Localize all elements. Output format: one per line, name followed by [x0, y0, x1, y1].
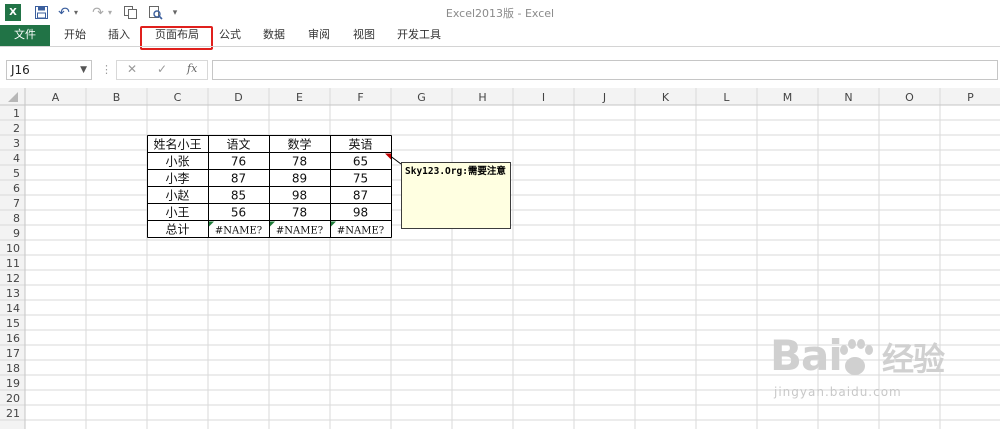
row-header[interactable]: 17 [6, 347, 20, 360]
formula-buttons: ✕ ✓ fx [116, 60, 208, 80]
column-header[interactable]: J [602, 91, 606, 104]
row-header[interactable]: 8 [13, 212, 20, 225]
row-header[interactable]: 6 [13, 182, 20, 195]
table-cell[interactable]: 76 [231, 155, 246, 169]
row-header[interactable]: 7 [13, 197, 20, 210]
cell-comment[interactable]: Sky123.Org:需要注意 [401, 162, 511, 229]
table-cell[interactable]: 小李 [165, 171, 189, 186]
row-header[interactable]: 2 [13, 122, 20, 135]
enter-icon[interactable]: ✓ [157, 62, 167, 76]
table-cell[interactable]: 小王 [165, 206, 189, 220]
row-header[interactable]: 14 [6, 302, 20, 315]
ribbon-divider [0, 46, 1000, 47]
tab-file[interactable]: 文件 [0, 25, 50, 46]
name-box[interactable]: J16 ▼ [6, 60, 92, 80]
table-header-cell[interactable]: 英语 [348, 138, 372, 152]
column-header[interactable]: D [234, 91, 242, 104]
column-header[interactable]: I [542, 91, 545, 104]
table-cell[interactable]: #NAME? [276, 226, 323, 237]
resize-handle-icon[interactable]: ⋮ [101, 63, 112, 76]
column-header[interactable]: M [783, 91, 793, 104]
tab-review[interactable]: 审阅 [301, 25, 337, 46]
table-cell[interactable]: 98 [292, 189, 307, 203]
table-cell[interactable]: 87 [353, 189, 368, 203]
table-cell[interactable]: 小张 [165, 155, 189, 169]
watermark: Bai 经验 jingyan.baidu.com [770, 320, 995, 410]
table-cell[interactable]: 总计 [165, 223, 189, 237]
row-header[interactable]: 18 [6, 362, 20, 375]
row-header[interactable]: 1 [13, 107, 20, 120]
title-bar: X ↶ ▾ ↷ ▾ ▾ Excel2013版 - Excel [0, 0, 1000, 25]
table-cell[interactable]: #NAME? [215, 226, 262, 237]
window-title: Excel2013版 - Excel [445, 7, 555, 20]
table-cell[interactable]: 65 [353, 155, 368, 169]
baidu-paw-icon: Bai 经验 [770, 331, 946, 380]
tab-data[interactable]: 数据 [256, 25, 292, 46]
column-header[interactable]: C [174, 91, 182, 104]
column-header[interactable]: G [417, 91, 426, 104]
row-header[interactable]: 13 [6, 287, 20, 300]
formula-input[interactable] [212, 60, 998, 80]
column-header[interactable]: O [905, 91, 914, 104]
comment-connector [390, 156, 402, 165]
tab-formulas[interactable]: 公式 [212, 25, 248, 46]
column-header[interactable]: F [357, 91, 363, 104]
column-header[interactable]: E [296, 91, 303, 104]
row-header[interactable]: 16 [6, 332, 20, 345]
watermark-url: jingyan.baidu.com [774, 385, 902, 399]
tab-insert[interactable]: 插入 [100, 25, 138, 46]
column-header[interactable]: A [52, 91, 60, 104]
row-header[interactable]: 3 [13, 137, 20, 150]
tab-view[interactable]: 视图 [346, 25, 382, 46]
row-header[interactable]: 10 [6, 242, 20, 255]
column-header[interactable]: B [113, 91, 121, 104]
tab-home[interactable]: 开始 [56, 25, 94, 46]
table-cell[interactable]: 78 [292, 155, 307, 169]
insert-function-icon[interactable]: fx [187, 62, 197, 75]
table-header-cell[interactable]: 姓名小王 [153, 137, 201, 152]
cancel-icon[interactable]: ✕ [127, 62, 137, 76]
table-header-cell[interactable]: 数学 [287, 137, 311, 152]
column-header[interactable]: L [723, 91, 730, 104]
column-header[interactable]: K [662, 91, 670, 104]
row-header[interactable]: 21 [6, 407, 20, 420]
row-header[interactable]: 12 [6, 272, 20, 285]
name-box-value: J16 [11, 63, 30, 77]
row-header[interactable]: 9 [13, 227, 20, 240]
table-cell[interactable]: #NAME? [337, 226, 384, 237]
row-header[interactable]: 4 [13, 152, 20, 165]
column-header[interactable]: N [844, 91, 852, 104]
row-header[interactable]: 11 [6, 257, 20, 270]
table-cell[interactable]: 小赵 [165, 189, 189, 203]
row-header[interactable]: 20 [6, 392, 20, 405]
table-header-cell[interactable]: 语文 [226, 137, 250, 152]
svg-text:经验: 经验 [882, 340, 945, 378]
formula-bar: J16 ▼ ⋮ ✕ ✓ fx [0, 58, 1000, 82]
table-cell[interactable]: 89 [292, 172, 307, 186]
column-header[interactable]: H [478, 91, 486, 104]
table-cell[interactable]: 98 [353, 206, 368, 220]
row-header[interactable]: 19 [6, 377, 20, 390]
column-header[interactable]: P [967, 91, 974, 104]
table-cell[interactable]: 85 [231, 189, 246, 203]
table-cell[interactable]: 75 [353, 172, 368, 186]
table-cell[interactable]: 56 [231, 206, 246, 220]
tab-developer[interactable]: 开发工具 [392, 25, 446, 46]
svg-text:Bai: Bai [770, 331, 842, 380]
row-header[interactable]: 15 [6, 317, 20, 330]
table-cell[interactable]: 78 [292, 206, 307, 220]
table-cell[interactable]: 87 [231, 172, 246, 186]
row-header[interactable]: 5 [13, 167, 20, 180]
chevron-down-icon[interactable]: ▼ [80, 61, 87, 79]
watermark-logo: Bai 经验 [770, 330, 995, 390]
